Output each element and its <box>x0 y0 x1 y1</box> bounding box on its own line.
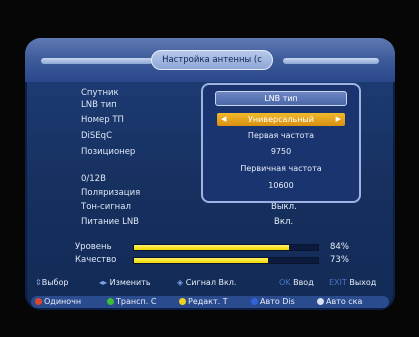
hint-exit: EXIT Выход <box>329 278 377 287</box>
hint-ok: OK Ввод <box>279 278 314 287</box>
field-label-12v[interactable]: 0/12В <box>81 174 106 184</box>
white-dot-icon <box>317 298 324 305</box>
field-label-lnb-type[interactable]: LNB тип <box>81 100 117 110</box>
field-label-tone[interactable]: Тон-сигнал <box>81 202 131 212</box>
footer-yellow[interactable]: Редакт. Т <box>179 297 228 306</box>
lnb-type-selector[interactable]: ◀ Универсальный ▶ <box>217 113 345 126</box>
popup-item-primary-freq-value[interactable]: 10600 <box>203 181 359 190</box>
level-value: 84% <box>330 242 349 252</box>
quality-label: Качество <box>75 255 117 265</box>
panel-header: Настройка антенны (с <box>25 38 395 82</box>
hint-signal: ◈ Сигнал Вкл. <box>177 278 237 287</box>
level-label: Уровень <box>75 242 112 252</box>
popup-item-primary-freq-label: Первичная частота <box>240 164 322 173</box>
quality-value: 73% <box>330 255 349 265</box>
blue-dot-icon <box>251 298 258 305</box>
field-label-positioner[interactable]: Позиционер <box>81 147 135 157</box>
level-bar-fill <box>134 245 289 250</box>
field-value-tone: Выкл. <box>271 202 297 212</box>
popup-item-first-freq-value[interactable]: 9750 <box>203 147 359 156</box>
field-label-satellite[interactable]: Спутник <box>81 88 119 98</box>
field-label-tp-number[interactable]: Номер ТП <box>81 115 124 125</box>
lnb-type-selected: Универсальный <box>248 115 314 124</box>
level-bar <box>133 244 319 251</box>
hint-change: ◂▸ Изменить <box>99 278 151 287</box>
field-label-polarization[interactable]: Поляризация <box>81 188 140 198</box>
quality-bar <box>133 257 319 264</box>
yellow-dot-icon <box>179 298 186 305</box>
green-dot-icon <box>107 298 114 305</box>
field-label-diseqc[interactable]: DiSEqC <box>81 131 112 141</box>
leftright-icon: ◂▸ <box>99 278 108 287</box>
red-dot-icon <box>35 298 42 305</box>
page-title: Настройка антенны (с <box>151 50 273 70</box>
exit-key: EXIT <box>329 278 347 287</box>
quality-bar-fill <box>134 258 269 263</box>
updown-icon: ⇕ <box>35 278 42 287</box>
antenna-settings-panel: Настройка антенны (с Спутник LNB тип Ном… <box>25 38 395 310</box>
popup-item-first-freq-label: Первая частота <box>247 131 315 140</box>
ok-key: OK <box>279 278 291 287</box>
hint-select: ⇕Выбор <box>35 278 69 287</box>
footer-white[interactable]: Авто ска <box>317 297 362 306</box>
arrow-left-icon[interactable]: ◀ <box>221 113 226 126</box>
color-key-footer: Одиночн Трансп. С Редакт. Т Авто Dis Авт… <box>31 296 389 308</box>
popup-title: LNB тип <box>215 91 347 106</box>
header-decor-right <box>283 58 379 64</box>
lnb-type-popup: LNB тип ◀ Универсальный ▶ Первая частота… <box>201 83 361 203</box>
arrow-right-icon[interactable]: ▶ <box>336 113 341 126</box>
signal-icon: ◈ <box>177 278 184 287</box>
header-decor-left <box>41 58 153 64</box>
field-label-lnb-power[interactable]: Питание LNB <box>81 217 139 227</box>
footer-green[interactable]: Трансп. С <box>107 297 156 306</box>
footer-blue[interactable]: Авто Dis <box>251 297 295 306</box>
footer-red[interactable]: Одиночн <box>35 297 81 306</box>
field-value-lnb-power: Вкл. <box>274 217 294 227</box>
